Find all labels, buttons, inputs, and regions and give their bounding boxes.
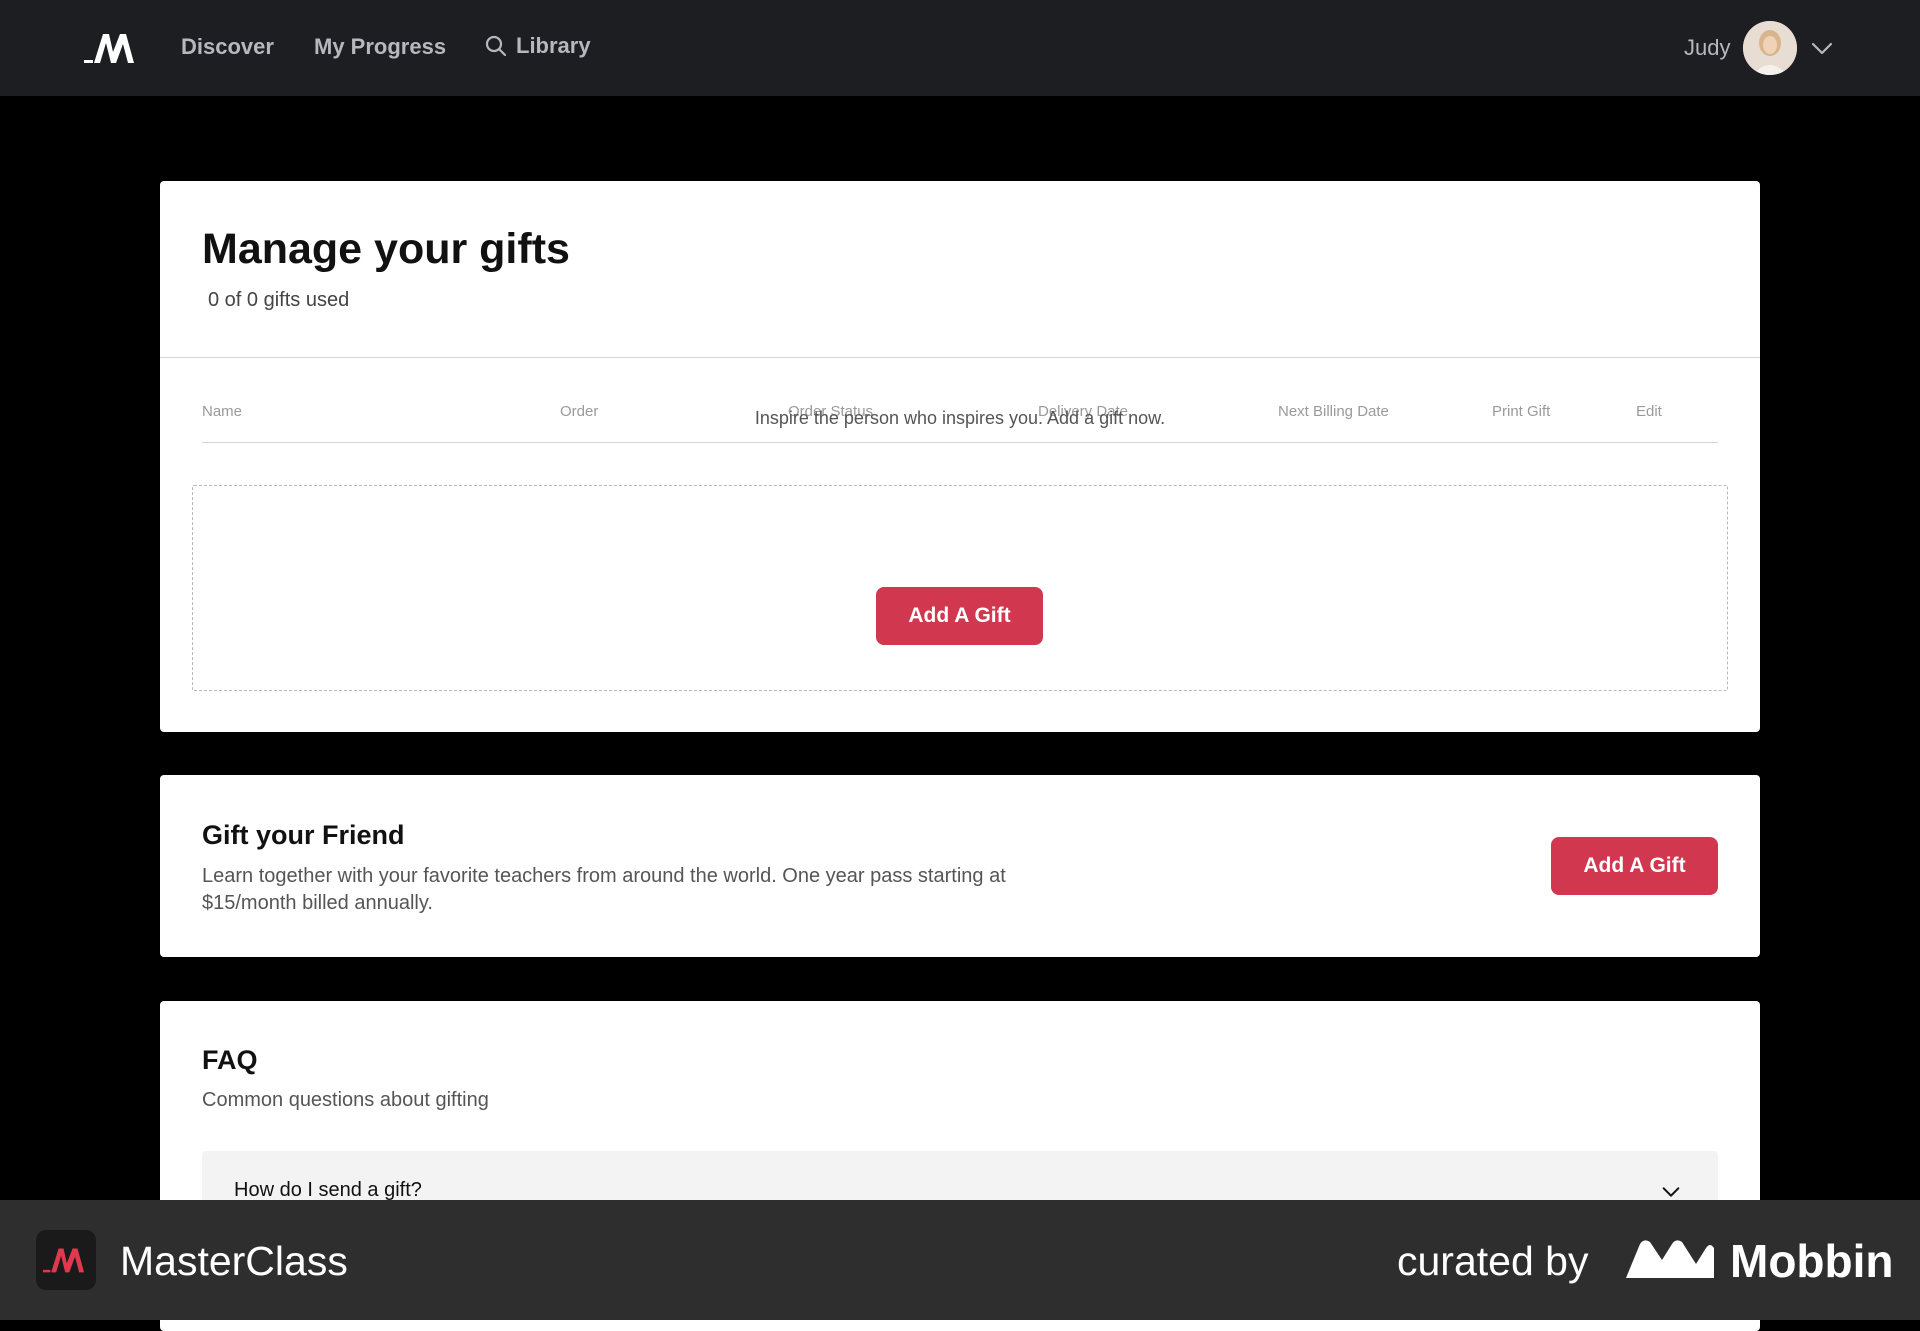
mobbin-logo-icon: [1626, 1240, 1714, 1278]
app-name: MasterClass: [120, 1238, 348, 1284]
curator-name: Mobbin: [1730, 1235, 1894, 1287]
gifts-used-count: 0 of 0 gifts used: [208, 289, 350, 311]
faq-question: How do I send a gift?: [234, 1179, 422, 1201]
brand-bar: MasterClass curated by Mobbin: [0, 1200, 1920, 1320]
gift-friend-card: Gift your Friend Learn together with you…: [160, 775, 1760, 957]
chevron-down-icon[interactable]: [1810, 36, 1834, 60]
nav-discover[interactable]: Discover: [181, 34, 274, 60]
masterclass-logo-icon[interactable]: [84, 30, 140, 66]
add-gift-button[interactable]: Add A Gift: [876, 587, 1043, 645]
nav-library[interactable]: Library: [484, 33, 591, 59]
divider: [160, 357, 1760, 358]
gift-friend-title: Gift your Friend: [202, 820, 405, 850]
search-icon: [485, 35, 507, 57]
nav-library-label: Library: [516, 33, 591, 58]
curated-by-label: curated by: [1397, 1238, 1589, 1284]
top-navigation: Discover My Progress Library Judy: [0, 0, 1920, 96]
faq-title: FAQ: [202, 1045, 258, 1075]
user-name[interactable]: Judy: [1684, 35, 1730, 61]
empty-gifts-message: Inspire the person who inspires you. Add…: [754, 408, 1166, 428]
nav-my-progress[interactable]: My Progress: [314, 34, 446, 60]
masterclass-app-icon: [36, 1230, 96, 1290]
faq-subtitle: Common questions about gifting: [202, 1089, 489, 1111]
manage-gifts-card: Manage your gifts 0 of 0 gifts used Name…: [160, 181, 1760, 732]
avatar[interactable]: [1743, 21, 1797, 75]
avatar-image: [1743, 21, 1797, 75]
masterclass-logo-icon: [43, 1248, 85, 1273]
gift-friend-add-button[interactable]: Add A Gift: [1551, 837, 1718, 895]
gift-friend-description: Learn together with your favorite teache…: [202, 865, 1006, 914]
page-title: Manage your gifts: [202, 225, 570, 273]
